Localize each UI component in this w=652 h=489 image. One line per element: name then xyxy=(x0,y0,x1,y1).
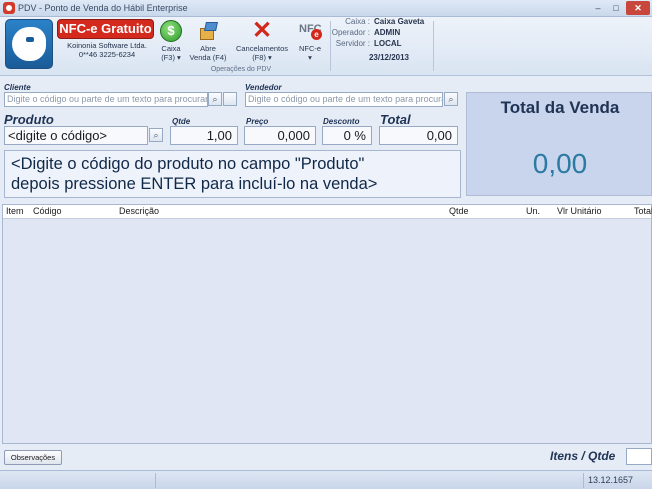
ribbon: NFC-e Gratuito Koinonia Software Ltda. 0… xyxy=(0,17,652,76)
title-bar: PDV - Ponto de Venda do Hábil Enterprise… xyxy=(0,0,652,17)
col-un[interactable]: Un. xyxy=(526,206,540,216)
status-divider xyxy=(583,473,584,488)
itens-qtde-value xyxy=(626,448,652,465)
desconto-label: Desconto xyxy=(323,117,360,126)
company-phone: 0**46 3225-6234 xyxy=(78,50,136,59)
col-total[interactable]: Total xyxy=(634,206,652,216)
produto-input[interactable]: <digite o código> xyxy=(4,126,148,145)
app-icon xyxy=(3,2,15,14)
group-caption: Operações do PDV xyxy=(210,66,272,73)
produto-search-icon[interactable]: ⌕ xyxy=(149,128,163,142)
col-vlr-unitario[interactable]: Vlr Unitário xyxy=(557,206,602,216)
operador-info-label: Operador : xyxy=(331,28,370,37)
caixa-shortcut: (F3) ▾ xyxy=(161,53,181,62)
maximize-button[interactable]: □ xyxy=(607,1,625,15)
total-item-value: 0,00 xyxy=(379,126,458,145)
close-button[interactable]: ✕ xyxy=(626,1,650,15)
session-date: 23/12/2013 xyxy=(368,53,410,62)
nfce-dropdown-arrow: ▾ xyxy=(308,53,312,62)
col-qtde[interactable]: Qtde xyxy=(449,206,469,216)
nfce-button[interactable]: NFC e NFC-e ▾ xyxy=(294,20,326,62)
operador-info-value: ADMIN xyxy=(374,28,401,37)
cliente-details-icon[interactable] xyxy=(223,92,237,106)
servidor-info-label: Servidor : xyxy=(335,39,370,48)
total-item-label: Total xyxy=(380,112,411,127)
observacoes-button[interactable]: Observações xyxy=(4,450,62,465)
instruction-message: <Digite o código do produto no campo "Pr… xyxy=(4,150,461,198)
col-codigo[interactable]: Código xyxy=(33,206,62,216)
version-label: 13.12.1657 xyxy=(588,475,634,485)
cancelamentos-button[interactable]: ✕ Cancelamentos (F8) ▾ xyxy=(234,17,290,63)
caixa-label: Caixa xyxy=(161,44,181,53)
col-descricao[interactable]: Descrição xyxy=(119,206,159,216)
preco-label: Preço xyxy=(246,117,269,126)
abre-venda-label: Abre xyxy=(200,44,216,53)
instruction-line-1: <Digite o código do produto no campo "Pr… xyxy=(11,155,365,173)
qtde-input[interactable]: 1,00 xyxy=(170,126,238,145)
vendedor-input[interactable]: Digite o código ou parte de um texto par… xyxy=(245,92,443,107)
window-title: PDV - Ponto de Venda do Hábil Enterprise xyxy=(18,3,188,13)
nfce-gratuito-badge[interactable]: NFC-e Gratuito xyxy=(57,19,154,39)
status-bar: 13.12.1657 xyxy=(0,470,652,489)
produto-label: Produto xyxy=(4,112,54,127)
status-divider xyxy=(155,473,156,488)
preco-input[interactable]: 0,000 xyxy=(244,126,316,145)
total-venda-value: 0,00 xyxy=(532,148,588,179)
cancel-icon: ✕ xyxy=(251,17,273,44)
cliente-label: Cliente xyxy=(4,83,31,92)
vendedor-search-icon[interactable]: ⌕ xyxy=(444,92,458,106)
items-grid[interactable]: Item Código Descrição Qtde Un. Vlr Unitá… xyxy=(2,204,652,444)
instruction-line-2: depois pressione ENTER para incluí-lo na… xyxy=(11,175,378,193)
cliente-search-icon[interactable]: ⌕ xyxy=(208,92,222,106)
cancelamentos-label: Cancelamentos xyxy=(235,44,289,53)
abre-venda-shortcut: Venda (F4) xyxy=(189,53,227,62)
desconto-input[interactable]: 0 % xyxy=(322,126,372,145)
nfce-icon: NFC e xyxy=(299,20,322,42)
pdv-window: PDV - Ponto de Venda do Hábil Enterprise… xyxy=(0,0,652,489)
itens-qtde-label: Itens / Qtde xyxy=(550,449,616,463)
cliente-input[interactable]: Digite o código ou parte de um texto par… xyxy=(4,92,208,107)
vendedor-label: Vendedor xyxy=(245,83,282,92)
tiger-logo-icon xyxy=(5,19,53,69)
nfce-label: NFC-e xyxy=(298,44,322,53)
qtde-label: Qtde xyxy=(172,117,191,126)
ribbon-separator xyxy=(433,21,434,71)
grid-header: Item Código Descrição Qtde Un. Vlr Unitá… xyxy=(3,205,652,219)
servidor-info-value: LOCAL xyxy=(374,39,402,48)
caixa-info-label: Caixa : xyxy=(345,17,370,26)
total-venda-panel: Total da Venda 0,00 xyxy=(466,92,652,196)
coin-icon: $ xyxy=(160,20,182,42)
company-name: Koinonia Software Ltda. xyxy=(67,41,147,50)
open-sale-icon xyxy=(197,20,219,42)
total-venda-title: Total da Venda xyxy=(500,98,620,117)
caixa-button[interactable]: $ Caixa (F3) ▾ xyxy=(156,20,186,62)
col-item[interactable]: Item xyxy=(6,206,24,216)
nfce-icon-badge: e xyxy=(311,29,322,40)
minimize-button[interactable]: – xyxy=(589,1,607,15)
cancelamentos-shortcut: (F8) ▾ xyxy=(252,53,272,62)
caixa-info-value: Caixa Gaveta xyxy=(374,17,425,26)
abre-venda-button[interactable]: Abre Venda (F4) xyxy=(187,20,229,62)
